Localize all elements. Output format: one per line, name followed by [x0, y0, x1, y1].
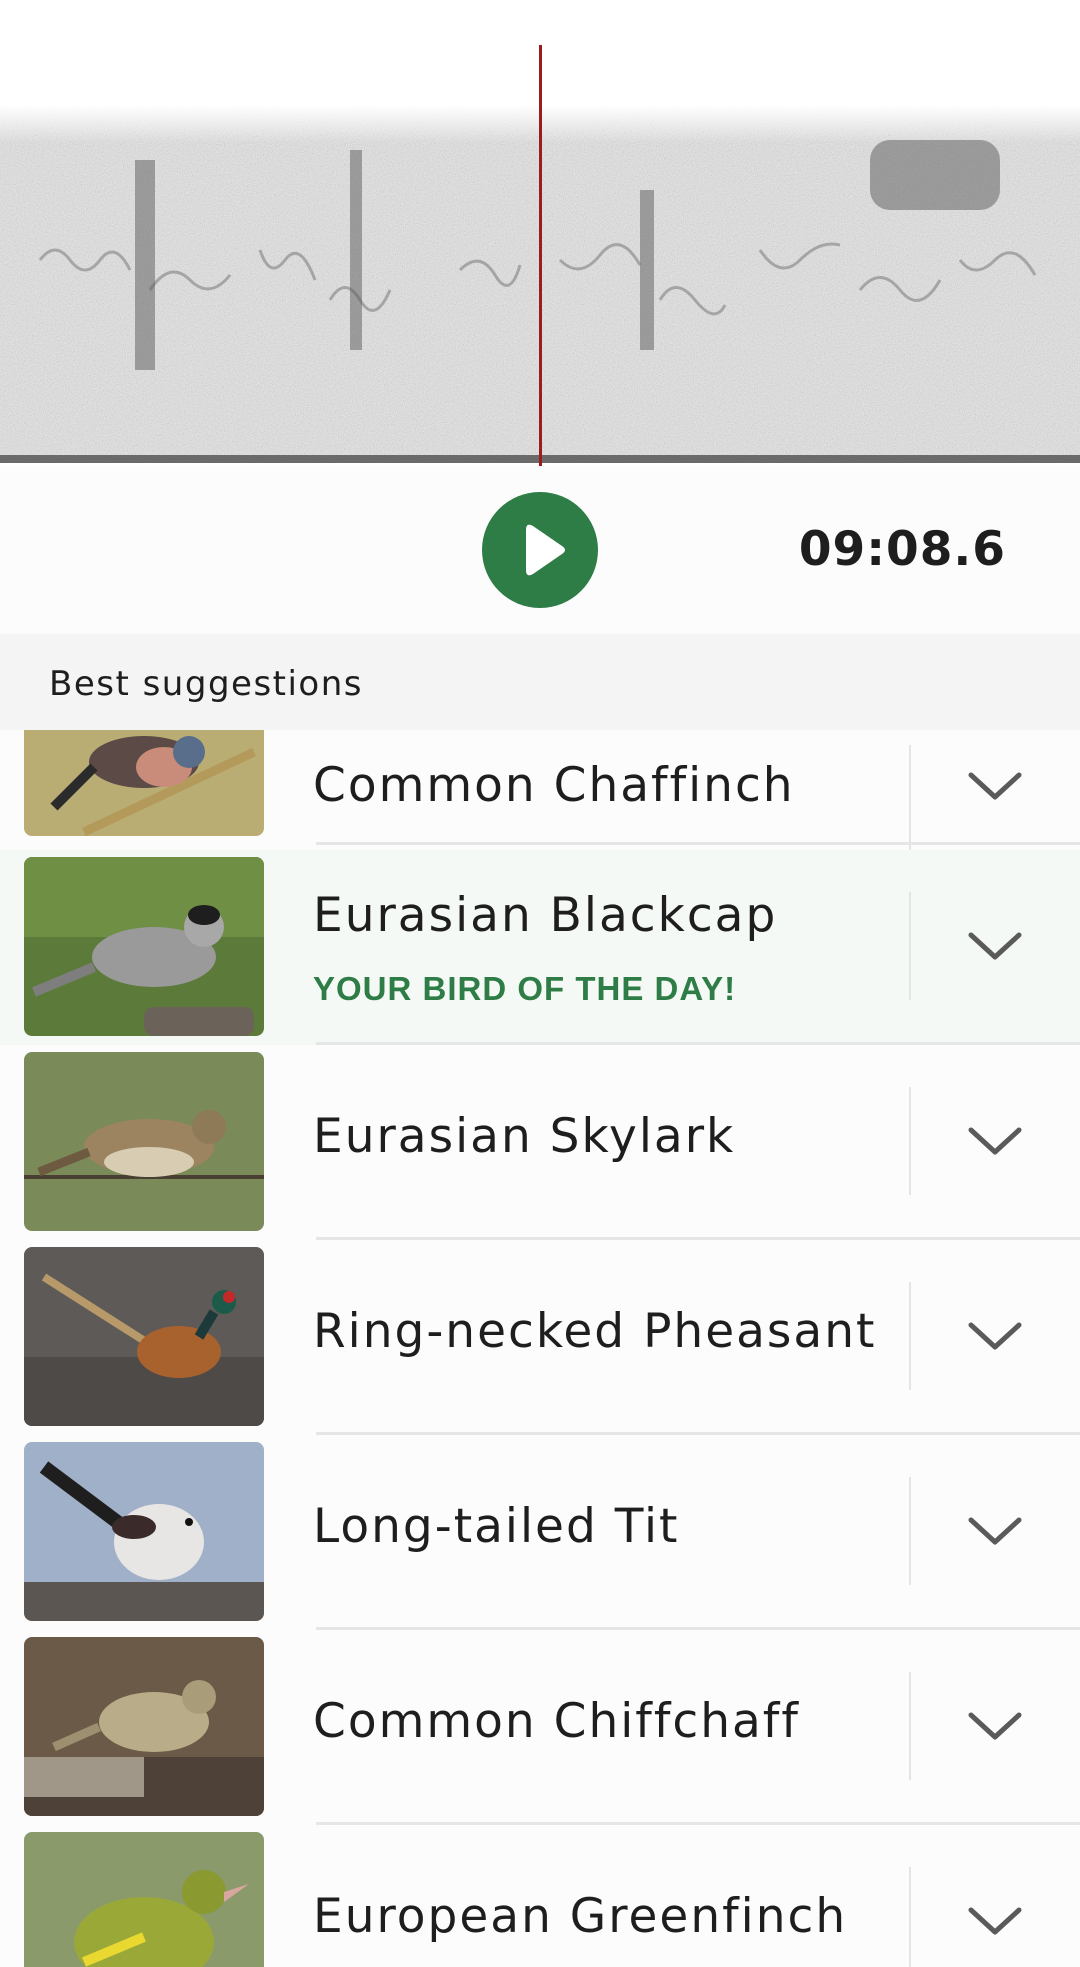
bird-name: Eurasian Skylark	[313, 1109, 736, 1164]
list-item[interactable]: Long-tailed Tit	[0, 1435, 1080, 1630]
bird-name: Common Chaffinch	[313, 758, 795, 813]
spectrogram[interactable]	[0, 0, 1080, 466]
row-divider	[909, 745, 911, 853]
chevron-down-icon[interactable]	[955, 1502, 1035, 1562]
list-item[interactable]: European Greenfinch	[0, 1825, 1080, 1967]
player-controls: 09:08.6	[0, 466, 1080, 634]
row-divider	[909, 1477, 911, 1585]
bird-name: Long-tailed Tit	[313, 1499, 680, 1554]
list-item[interactable]: Eurasian Blackcap YOUR BIRD OF THE DAY!	[0, 850, 1080, 1045]
bird-name: European Greenfinch	[313, 1889, 848, 1944]
play-button[interactable]	[482, 492, 598, 608]
chevron-down-icon[interactable]	[955, 1892, 1035, 1952]
suggestions-list[interactable]: Common Chaffinch Eurasian Blackcap YOUR …	[0, 730, 1080, 1967]
playback-cursor[interactable]	[539, 45, 542, 466]
row-divider	[909, 1672, 911, 1780]
play-icon	[526, 524, 565, 576]
list-item[interactable]: Common Chaffinch	[0, 730, 1080, 853]
bird-thumbnail	[24, 1442, 264, 1621]
row-divider	[909, 892, 911, 1000]
list-item[interactable]: Eurasian Skylark	[0, 1045, 1080, 1240]
bird-thumbnail	[24, 1052, 264, 1231]
bird-name: Ring-necked Pheasant	[313, 1304, 877, 1359]
row-divider	[909, 1282, 911, 1390]
chevron-down-icon[interactable]	[955, 917, 1035, 977]
list-item[interactable]: Common Chiffchaff	[0, 1630, 1080, 1825]
bird-thumbnail	[24, 857, 264, 1036]
bird-name: Eurasian Blackcap	[313, 888, 778, 943]
section-header: Best suggestions	[0, 634, 1080, 730]
bird-of-the-day-badge: YOUR BIRD OF THE DAY!	[313, 970, 737, 1007]
row-separator	[316, 842, 1080, 845]
row-divider	[909, 1087, 911, 1195]
bird-thumbnail	[24, 1247, 264, 1426]
list-item[interactable]: Ring-necked Pheasant	[0, 1240, 1080, 1435]
playback-time: 09:08.6	[798, 522, 1006, 577]
chevron-down-icon[interactable]	[955, 1697, 1035, 1757]
bird-name: Common Chiffchaff	[313, 1694, 800, 1749]
row-divider	[909, 1867, 911, 1967]
chevron-down-icon[interactable]	[955, 1307, 1035, 1367]
bird-thumbnail	[24, 1832, 264, 1967]
bird-thumbnail	[24, 730, 264, 836]
chevron-down-icon[interactable]	[955, 1112, 1035, 1172]
bird-thumbnail	[24, 1637, 264, 1816]
section-title: Best suggestions	[49, 664, 363, 704]
chevron-down-icon[interactable]	[955, 757, 1035, 817]
